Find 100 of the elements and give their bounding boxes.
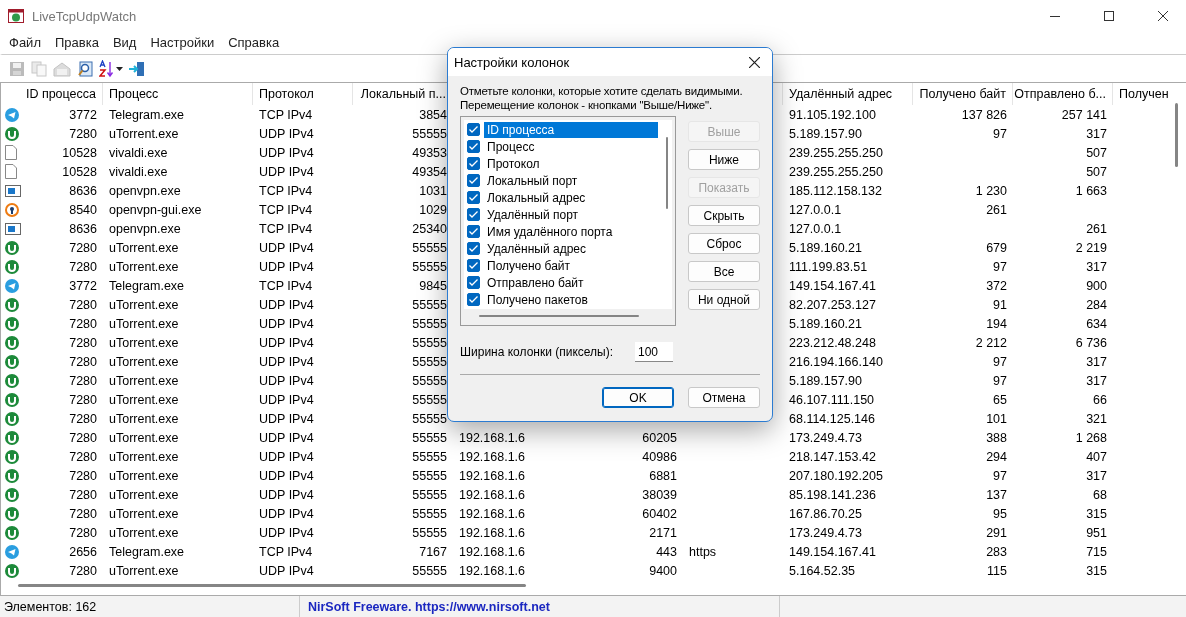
table-cell: 55555 bbox=[412, 563, 447, 578]
checkbox[interactable] bbox=[467, 123, 480, 136]
dialog-button[interactable]: Отмена bbox=[688, 387, 760, 408]
column-option[interactable]: Протокол bbox=[484, 155, 543, 172]
table-cell: 900 bbox=[1086, 278, 1107, 293]
table-cell: 7280 bbox=[69, 126, 97, 141]
table-cell: 507 bbox=[1086, 164, 1107, 179]
table-cell: TCP IPv4 bbox=[259, 183, 313, 198]
table-cell: 7280 bbox=[69, 430, 97, 445]
column-header[interactable]: Получен bbox=[1119, 87, 1169, 101]
checkbox[interactable] bbox=[467, 191, 480, 204]
scrollbar-thumb[interactable] bbox=[18, 584, 526, 587]
dialog-button[interactable]: Все bbox=[688, 261, 760, 282]
torrent-icon bbox=[5, 316, 19, 331]
column-option[interactable]: Отправлено байт bbox=[484, 274, 587, 291]
column-header[interactable]: ID процесса bbox=[25, 87, 96, 101]
table-cell: 6881 bbox=[649, 468, 677, 483]
table-cell: 1031 bbox=[419, 183, 447, 198]
table-cell: uTorrent.exe bbox=[109, 373, 179, 388]
checkbox[interactable] bbox=[467, 293, 480, 306]
minimize-icon[interactable] bbox=[1050, 15, 1060, 17]
table-cell: 317 bbox=[1086, 373, 1107, 388]
table-cell: uTorrent.exe bbox=[109, 449, 179, 464]
table-cell: 101 bbox=[986, 411, 1007, 426]
scrollbar-thumb[interactable] bbox=[479, 315, 639, 317]
torrent-icon bbox=[5, 525, 19, 540]
table-cell: 3772 bbox=[69, 107, 97, 122]
table-cell: 55555 bbox=[412, 392, 447, 407]
table-cell: uTorrent.exe bbox=[109, 126, 179, 141]
table-cell: UDP IPv4 bbox=[259, 563, 314, 578]
column-header[interactable]: Отправлено б... bbox=[1014, 87, 1106, 101]
column-header[interactable]: Удалённый адрес bbox=[789, 87, 893, 101]
checkbox[interactable] bbox=[467, 242, 480, 255]
table-cell: 7280 bbox=[69, 354, 97, 369]
table-cell: uTorrent.exe bbox=[109, 316, 179, 331]
table-cell: 115 bbox=[987, 563, 1007, 578]
column-option[interactable]: Получено байт bbox=[484, 257, 574, 274]
checkbox[interactable] bbox=[467, 174, 480, 187]
table-cell: 192.168.1.6 bbox=[459, 506, 526, 521]
column-list[interactable]: ID процесса Процесс Протокол Локальный порт Локальный адрес Удалённый порт Имя удалённого порта Удалённый адрес Получено байт Отправлено байт Получено пакетов bbox=[460, 116, 676, 326]
table-cell: UDP IPv4 bbox=[259, 145, 314, 160]
table-cell: UDP IPv4 bbox=[259, 430, 314, 445]
dialog-button[interactable]: Сброс bbox=[688, 233, 760, 254]
table-cell: 49353 bbox=[412, 145, 447, 160]
scrollbar-thumb[interactable] bbox=[666, 137, 668, 209]
checkbox[interactable] bbox=[467, 225, 480, 238]
toolbar-button[interactable] bbox=[98, 57, 124, 80]
table-cell: 192.168.1.6 bbox=[459, 544, 526, 559]
table-cell: TCP IPv4 bbox=[259, 202, 313, 217]
menu-item[interactable]: Справка bbox=[221, 34, 287, 50]
torrent-icon bbox=[5, 430, 19, 445]
width-field[interactable]: 100 bbox=[635, 342, 673, 362]
column-option[interactable]: ID процесса bbox=[484, 121, 658, 138]
table-cell: 8540 bbox=[69, 202, 97, 217]
table-cell: 7280 bbox=[69, 240, 97, 255]
checkbox[interactable] bbox=[467, 259, 480, 272]
checkbox[interactable] bbox=[467, 208, 480, 221]
table-cell: 2 212 bbox=[975, 335, 1007, 350]
column-option[interactable]: Процесс bbox=[484, 138, 538, 155]
column-option[interactable]: Локальный порт bbox=[484, 172, 581, 189]
table-cell: 60402 bbox=[642, 506, 677, 521]
table-cell: 321 bbox=[1086, 411, 1107, 426]
table-cell: UDP IPv4 bbox=[259, 259, 314, 274]
menu-item[interactable]: Файл bbox=[2, 34, 48, 50]
dialog-button[interactable]: Скрыть bbox=[688, 205, 760, 226]
checkbox[interactable] bbox=[467, 276, 480, 289]
credit-link[interactable]: NirSoft Freeware. https://www.nirsoft.net bbox=[304, 599, 550, 614]
checkbox[interactable] bbox=[467, 140, 480, 153]
column-option[interactable]: Удалённый адрес bbox=[484, 240, 589, 257]
column-option[interactable]: Получено пакетов bbox=[484, 291, 591, 308]
column-header[interactable]: Процесс bbox=[109, 87, 159, 101]
scrollbar-thumb[interactable] bbox=[1175, 103, 1178, 167]
close-icon[interactable] bbox=[1158, 11, 1168, 21]
torrent-icon bbox=[5, 373, 19, 388]
column-option[interactable]: Имя удалённого порта bbox=[484, 223, 616, 240]
dialog-button[interactable]: Ни одной bbox=[688, 289, 760, 310]
menu-item[interactable]: Правка bbox=[47, 34, 106, 50]
column-header[interactable]: Получено байт bbox=[919, 87, 1006, 101]
table-cell: 66 bbox=[1093, 392, 1107, 407]
column-header[interactable]: Протокол bbox=[259, 87, 314, 101]
column-option[interactable]: Локальный адрес bbox=[484, 189, 589, 206]
dialog-button[interactable]: Ниже bbox=[688, 149, 760, 170]
exit-door-icon bbox=[129, 60, 145, 77]
close-icon[interactable] bbox=[748, 56, 760, 68]
menu-item[interactable]: Настройки bbox=[143, 34, 222, 50]
table-cell: 3854 bbox=[419, 107, 447, 122]
table-cell: 7280 bbox=[69, 487, 97, 502]
sort-icon bbox=[99, 59, 115, 78]
table-cell: 55555 bbox=[412, 259, 447, 274]
dialog-button[interactable]: OK bbox=[602, 387, 674, 408]
item-count: Элементов: 162 bbox=[4, 599, 97, 614]
column-header[interactable]: Локальный п... bbox=[360, 87, 446, 101]
menu-item[interactable]: Вид bbox=[105, 34, 144, 50]
table-cell: 167.86.70.25 bbox=[789, 506, 862, 521]
checkbox[interactable] bbox=[467, 157, 480, 170]
table-cell: uTorrent.exe bbox=[109, 259, 179, 274]
table-cell: openvpn.exe bbox=[109, 183, 181, 198]
maximize-icon[interactable] bbox=[1104, 11, 1114, 21]
column-option[interactable]: Удалённый порт bbox=[484, 206, 582, 223]
table-cell: 315 bbox=[1086, 563, 1107, 578]
